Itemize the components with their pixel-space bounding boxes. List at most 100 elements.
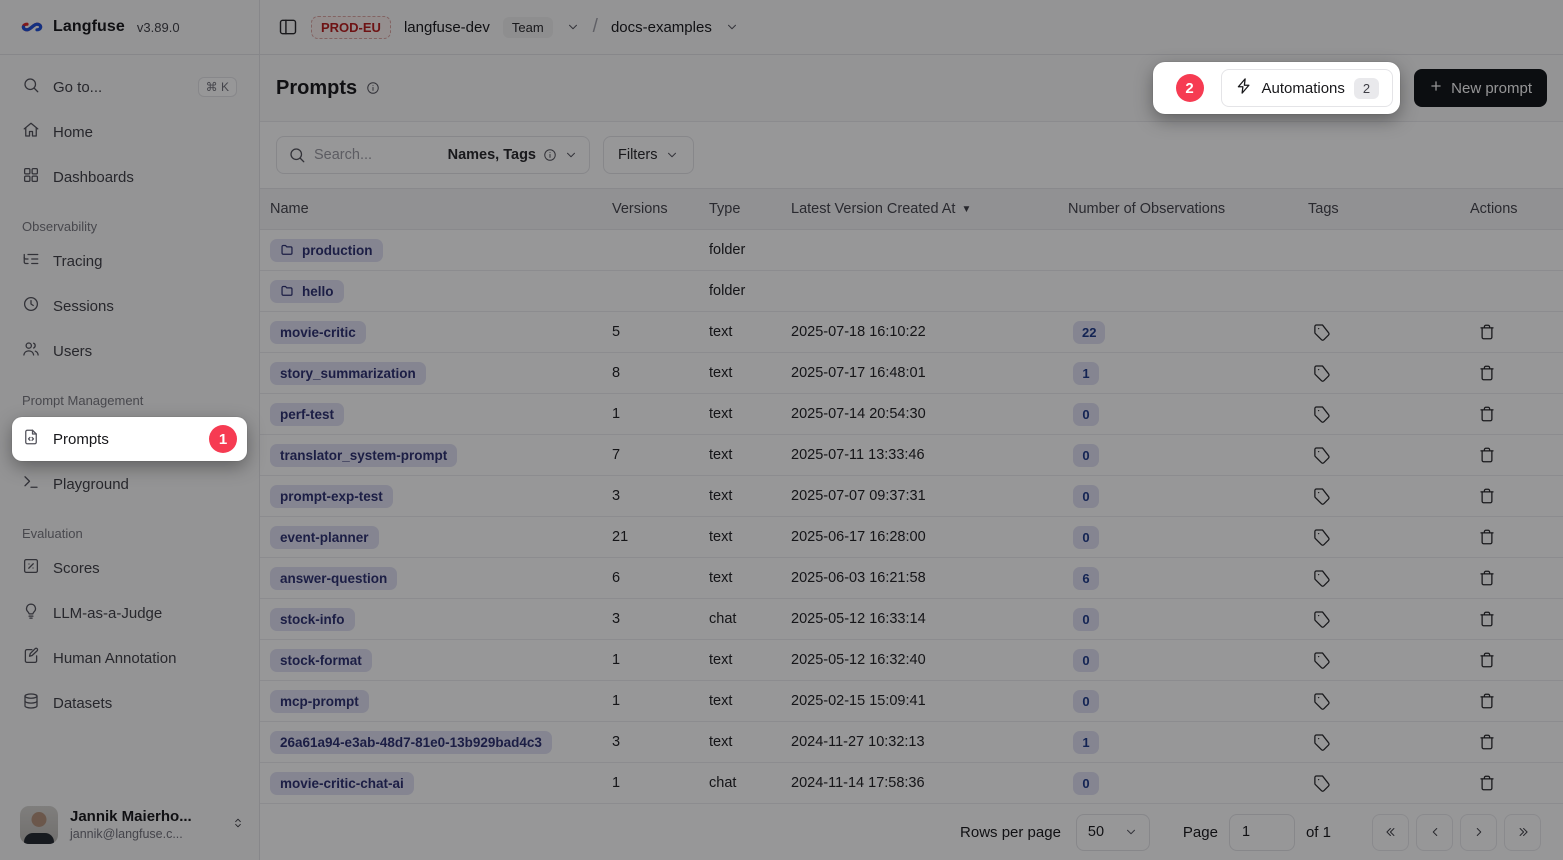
chevron-down-icon <box>564 148 578 162</box>
chevron-down-icon[interactable] <box>566 20 580 34</box>
table-row[interactable]: perf-test 1 text 2025-07-14 20:54:30 0 <box>260 394 1563 435</box>
table-row[interactable]: hello folder <box>260 271 1563 312</box>
prompt-name-badge-label: 26a61a94-e3ab-48d7-81e0-13b929bad4c3 <box>280 735 542 750</box>
goto-label: Go to... <box>53 79 102 96</box>
sidebar-item-sessions[interactable]: Sessions <box>12 288 247 324</box>
table-row[interactable]: translator_system-prompt 7 text 2025-07-… <box>260 435 1563 476</box>
table-row[interactable]: story_summarization 8 text 2025-07-17 16… <box>260 353 1563 394</box>
chevron-down-icon <box>665 148 679 162</box>
rows-per-page-select[interactable]: 50 <box>1076 814 1150 851</box>
table-row[interactable]: mcp-prompt 1 text 2025-02-15 15:09:41 0 <box>260 681 1563 722</box>
sidebar-item-scores[interactable]: Scores <box>12 550 247 586</box>
automations-button[interactable]: Automations 2 <box>1221 69 1394 107</box>
delete-button[interactable] <box>1474 360 1500 386</box>
tag-button[interactable] <box>1309 442 1335 468</box>
filters-button[interactable]: Filters <box>603 136 694 174</box>
next-page-button[interactable] <box>1460 814 1497 851</box>
delete-button[interactable] <box>1474 729 1500 755</box>
table-row[interactable]: answer-question 6 text 2025-06-03 16:21:… <box>260 558 1563 599</box>
table-row[interactable]: 26a61a94-e3ab-48d7-81e0-13b929bad4c3 3 t… <box>260 722 1563 763</box>
cell-versions: 21 <box>612 529 709 545</box>
tag-button[interactable] <box>1309 401 1335 427</box>
prompt-name-badge[interactable]: perf-test <box>270 403 344 426</box>
breadcrumb-org[interactable]: langfuse-dev <box>404 19 490 36</box>
sidebar-item-llm-as-a-judge[interactable]: LLM-as-a-Judge <box>12 595 247 631</box>
page-number-input[interactable] <box>1229 814 1295 851</box>
prompt-name-badge-label: answer-question <box>280 571 387 586</box>
goto-search[interactable]: Go to... ⌘ K <box>12 69 247 105</box>
delete-button[interactable] <box>1474 565 1500 591</box>
table-row[interactable]: stock-info 3 chat 2025-05-12 16:33:14 0 <box>260 599 1563 640</box>
tag-button[interactable] <box>1309 770 1335 796</box>
tag-button[interactable] <box>1309 729 1335 755</box>
tag-button[interactable] <box>1309 360 1335 386</box>
user-menu[interactable]: Jannik Maierho... jannik@langfuse.c... <box>0 798 259 860</box>
sidebar-item-playground[interactable]: Playground <box>12 466 247 502</box>
delete-button[interactable] <box>1474 606 1500 632</box>
column-header-created-at[interactable]: Latest Version Created At ▼ <box>791 201 1068 217</box>
tag-button[interactable] <box>1309 319 1335 345</box>
sidebar-item-label: Users <box>53 343 92 360</box>
tag-button[interactable] <box>1309 647 1335 673</box>
column-header-type: Type <box>709 201 791 217</box>
prompt-name-badge[interactable]: stock-info <box>270 608 355 631</box>
search-scope-select[interactable]: Names, Tags <box>448 147 578 163</box>
tag-button[interactable] <box>1309 524 1335 550</box>
table-row[interactable]: event-planner 21 text 2025-06-17 16:28:0… <box>260 517 1563 558</box>
sidebar-item-home[interactable]: Home <box>12 114 247 150</box>
sidebar-item-human-annotation[interactable]: Human Annotation <box>12 640 247 676</box>
sidebar-item-datasets[interactable]: Datasets <box>12 685 247 721</box>
previous-page-button[interactable] <box>1416 814 1453 851</box>
delete-button[interactable] <box>1474 688 1500 714</box>
section-label-observability: Observability <box>12 219 247 234</box>
prompt-name-badge[interactable]: movie-critic-chat-ai <box>270 772 414 795</box>
table-row[interactable]: movie-critic-chat-ai 1 chat 2024-11-14 1… <box>260 763 1563 804</box>
zap-icon <box>1235 77 1253 99</box>
tag-button[interactable] <box>1309 565 1335 591</box>
prompt-name-badge[interactable]: hello <box>270 280 344 303</box>
delete-button[interactable] <box>1474 401 1500 427</box>
cell-created: 2025-02-15 15:09:41 <box>791 693 1068 709</box>
tag-button[interactable] <box>1309 606 1335 632</box>
search-input[interactable] <box>314 147 440 163</box>
cell-created: 2024-11-14 17:58:36 <box>791 775 1068 791</box>
prompt-name-badge[interactable]: 26a61a94-e3ab-48d7-81e0-13b929bad4c3 <box>270 731 552 754</box>
sidebar-item-prompts[interactable]: Prompts 1 <box>12 417 247 461</box>
sidebar-item-dashboards[interactable]: Dashboards <box>12 159 247 195</box>
table-row[interactable]: production folder <box>260 230 1563 271</box>
observations-badge: 22 <box>1073 321 1105 344</box>
delete-button[interactable] <box>1474 442 1500 468</box>
table-row[interactable]: stock-format 1 text 2025-05-12 16:32:40 … <box>260 640 1563 681</box>
prompt-name-badge[interactable]: prompt-exp-test <box>270 485 393 508</box>
prompt-name-badge[interactable]: story_summarization <box>270 362 426 385</box>
prompt-name-badge[interactable]: event-planner <box>270 526 379 549</box>
chevron-down-icon[interactable] <box>725 20 739 34</box>
delete-button[interactable] <box>1474 483 1500 509</box>
new-prompt-button[interactable]: New prompt <box>1414 69 1547 107</box>
table-body: production folder hello folder <box>260 230 1563 804</box>
prompt-name-badge[interactable]: movie-critic <box>270 321 366 344</box>
tag-button[interactable] <box>1309 688 1335 714</box>
delete-button[interactable] <box>1474 770 1500 796</box>
prompt-name-badge[interactable]: stock-format <box>270 649 372 672</box>
tag-button[interactable] <box>1309 483 1335 509</box>
cell-created: 2025-07-11 13:33:46 <box>791 447 1068 463</box>
table-row[interactable]: movie-critic 5 text 2025-07-18 16:10:22 … <box>260 312 1563 353</box>
last-page-button[interactable] <box>1504 814 1541 851</box>
sidebar-item-users[interactable]: Users <box>12 333 247 369</box>
table-row[interactable]: prompt-exp-test 3 text 2025-07-07 09:37:… <box>260 476 1563 517</box>
breadcrumb-project[interactable]: docs-examples <box>611 19 712 36</box>
prompt-name-badge[interactable]: mcp-prompt <box>270 690 369 713</box>
delete-button[interactable] <box>1474 647 1500 673</box>
delete-button[interactable] <box>1474 524 1500 550</box>
prompt-name-badge[interactable]: answer-question <box>270 567 397 590</box>
prompt-name-badge[interactable]: translator_system-prompt <box>270 444 457 467</box>
sidebar-item-label: Playground <box>53 476 129 493</box>
first-page-button[interactable] <box>1372 814 1409 851</box>
prompt-name-badge[interactable]: production <box>270 239 383 262</box>
info-icon[interactable] <box>366 81 380 95</box>
sidebar-toggle-button[interactable] <box>278 17 298 37</box>
sidebar-item-tracing[interactable]: Tracing <box>12 243 247 279</box>
prompt-name-badge-label: movie-critic <box>280 325 356 340</box>
delete-button[interactable] <box>1474 319 1500 345</box>
